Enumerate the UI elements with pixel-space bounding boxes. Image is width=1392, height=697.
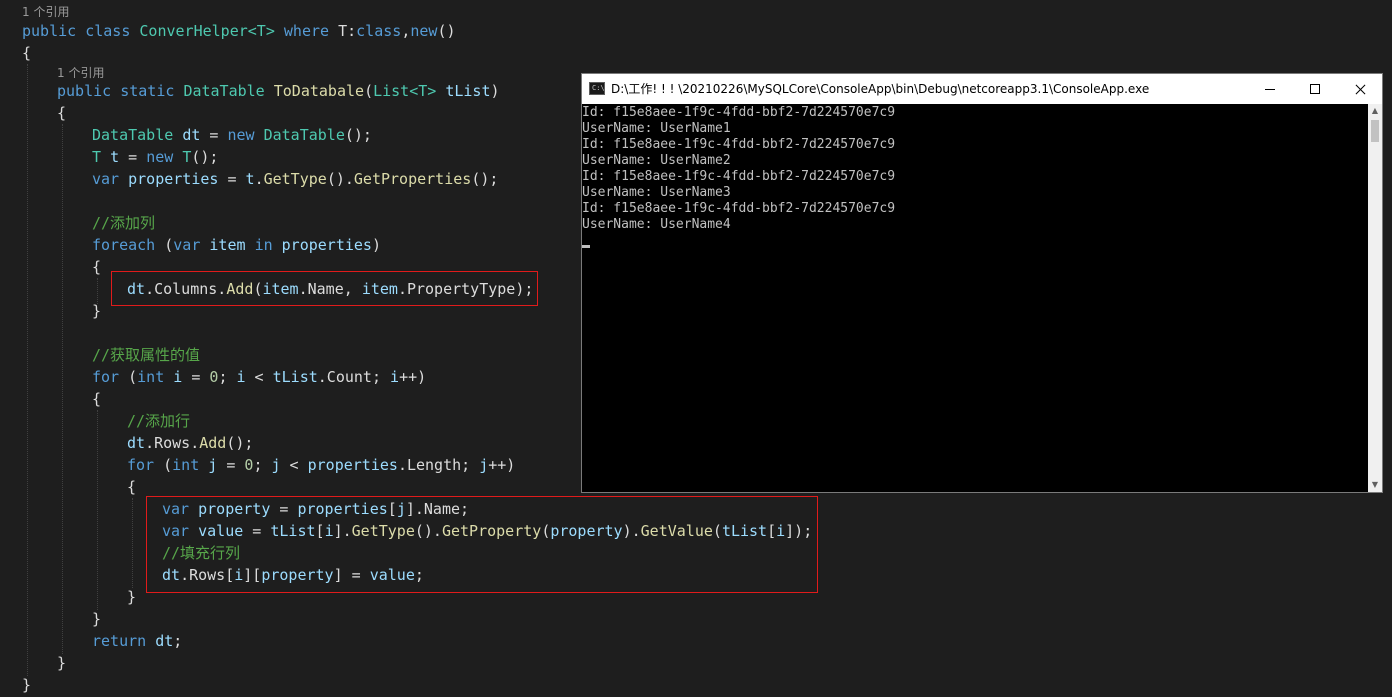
code-comment[interactable]: //添加行 [127,410,190,432]
code-line[interactable]: } [92,608,101,630]
indent-guide [132,498,133,588]
code-line[interactable]: } [92,300,101,322]
indent-guide [62,124,63,654]
highlight-box-fill-rows [146,496,818,593]
console-app-icon[interactable]: C:\ [589,82,605,95]
code-line[interactable]: for (int i = 0; i < tList.Count; i++) [92,366,426,388]
code-line[interactable]: } [127,586,136,608]
console-scrollbar[interactable]: ▲ ▼ [1368,104,1382,492]
scroll-up-icon[interactable]: ▲ [1368,104,1382,118]
code-line[interactable]: foreach (var item in properties) [92,234,381,256]
console-line: Id: f15e8aee-1f9c-4fdd-bbf2-7d224570e7c9 [582,137,896,152]
code-line[interactable]: public static DataTable ToDatabale(List<… [57,80,500,102]
code-line[interactable]: for (int j = 0; j < properties.Length; j… [127,454,515,476]
console-line: Id: f15e8aee-1f9c-4fdd-bbf2-7d224570e7c9 [582,169,896,184]
code-line[interactable]: DataTable dt = new DataTable(); [92,124,372,146]
code-line[interactable]: { [57,102,66,124]
console-line: Id: f15e8aee-1f9c-4fdd-bbf2-7d224570e7c9 [582,201,896,216]
console-line: UserName: UserName3 [582,185,731,200]
codelens-references[interactable]: 1 个引用 [22,2,69,22]
code-line[interactable]: public class ConverHelper<T> where T:cla… [22,20,456,42]
console-line: UserName: UserName2 [582,153,731,168]
highlight-box-add-column [111,271,538,306]
console-window[interactable]: C:\ D:\工作! ! ! \20210226\MySQLCore\Conso… [581,73,1383,493]
scrollbar-thumb[interactable] [1371,120,1379,142]
console-output[interactable]: Id: f15e8aee-1f9c-4fdd-bbf2-7d224570e7c9… [582,104,1368,492]
code-line[interactable]: var properties = t.GetType().GetProperti… [92,168,498,190]
code-line[interactable]: { [22,42,31,64]
minimize-icon[interactable] [1247,74,1293,104]
code-comment[interactable]: //获取属性的值 [92,344,200,366]
indent-guide [97,410,98,610]
console-title: D:\工作! ! ! \20210226\MySQLCore\ConsoleAp… [611,82,1150,96]
console-titlebar[interactable]: C:\ D:\工作! ! ! \20210226\MySQLCore\Conso… [582,74,1382,104]
code-line[interactable]: T t = new T(); [92,146,218,168]
code-line[interactable]: } [22,674,31,696]
code-line[interactable]: { [127,476,136,498]
code-line[interactable]: { [92,256,101,278]
code-line[interactable]: } [57,652,66,674]
console-line: Id: f15e8aee-1f9c-4fdd-bbf2-7d224570e7c9 [582,105,896,120]
maximize-icon[interactable] [1292,74,1338,104]
close-icon[interactable] [1337,74,1383,104]
code-line[interactable]: { [92,388,101,410]
indent-guide [27,64,28,676]
console-line: UserName: UserName4 [582,217,731,232]
text-cursor [582,245,590,248]
code-line[interactable]: return dt; [92,630,182,652]
code-line[interactable]: dt.Rows.Add(); [127,432,253,454]
scroll-down-icon[interactable]: ▼ [1368,478,1382,492]
code-comment[interactable]: //添加列 [92,212,155,234]
console-line: UserName: UserName1 [582,121,731,136]
